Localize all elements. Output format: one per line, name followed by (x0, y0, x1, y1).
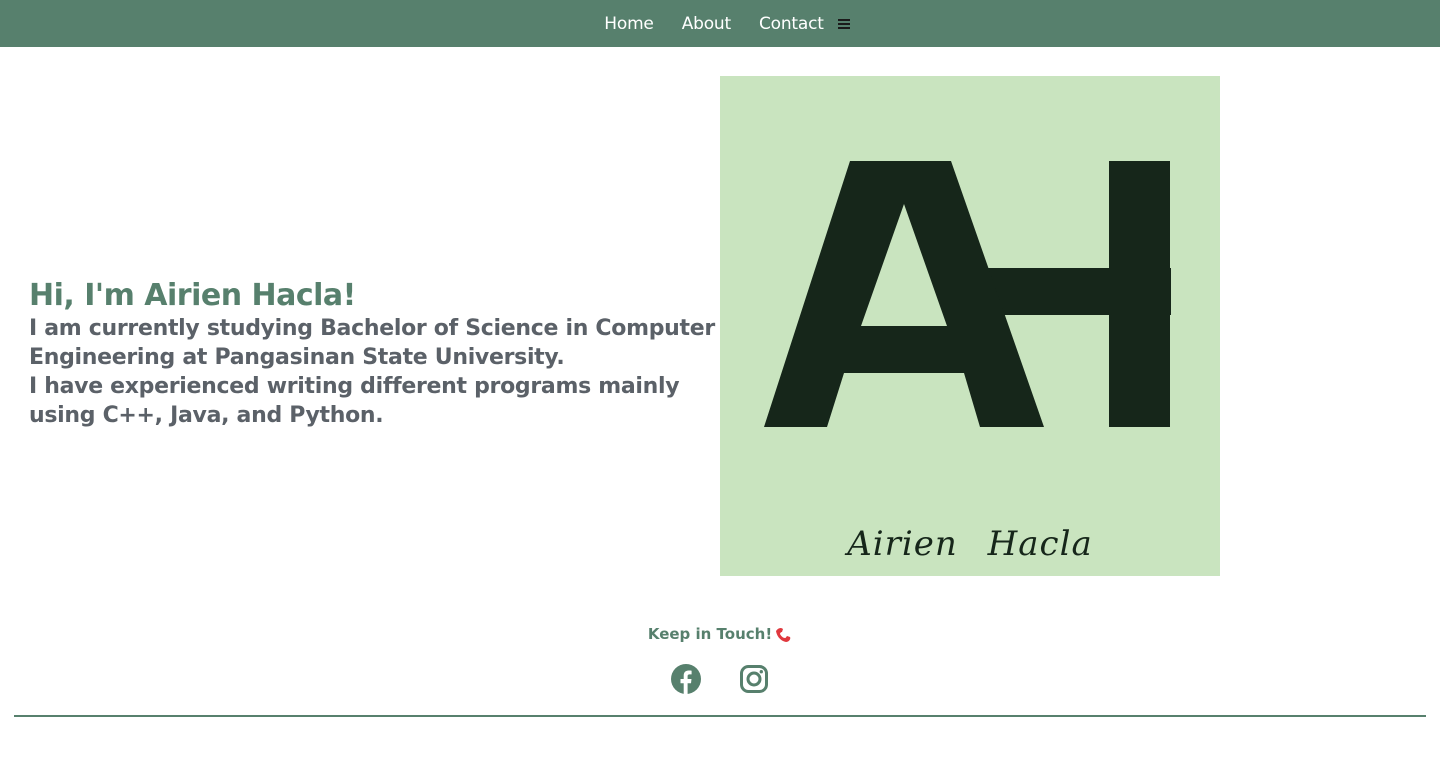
facebook-icon[interactable] (671, 664, 701, 694)
instagram-icon[interactable] (739, 664, 769, 694)
nav-about-link[interactable]: About (682, 14, 731, 34)
phone-icon (776, 627, 791, 642)
contact-heading: Keep in Touch! (0, 625, 1440, 643)
footer-divider (14, 715, 1426, 717)
keep-in-touch-label: Keep in Touch! (647, 625, 773, 643)
intro-education-text: I am currently studying Bachelor of Scie… (29, 316, 715, 370)
ah-logo-image: Airien Hacla (720, 76, 1220, 576)
hamburger-menu-icon[interactable] (837, 18, 850, 30)
intro-experience-text: I have experienced writing different pro… (29, 374, 680, 428)
top-navbar: Home About Contact (0, 0, 1440, 47)
social-links (0, 664, 1440, 694)
nav-home-link[interactable]: Home (604, 14, 654, 34)
greeting-heading: Hi, I'm Airien Hacla! (29, 278, 356, 313)
intro-section: Hi, I'm Airien Hacla! I am currently stu… (29, 278, 729, 430)
nav-contact-link[interactable]: Contact (759, 14, 824, 34)
ah-monogram (764, 161, 1171, 427)
signature-text: Airien Hacla (847, 524, 1093, 564)
